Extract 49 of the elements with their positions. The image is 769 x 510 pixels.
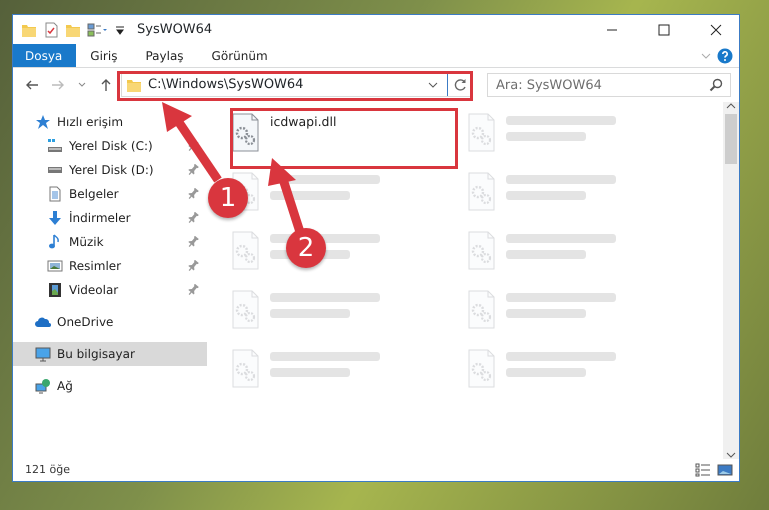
nav-item[interactable]: Videolar <box>13 278 207 302</box>
nav-item[interactable]: Belgeler <box>13 182 207 206</box>
details-view-icon[interactable] <box>695 463 711 477</box>
film-icon <box>47 282 63 298</box>
address-field[interactable]: C:\Windows\SysWOW64 <box>121 73 473 97</box>
nav-item[interactable]: OneDrive <box>13 310 207 334</box>
picture-icon <box>47 258 63 274</box>
help-icon[interactable] <box>717 48 733 64</box>
refresh-icon <box>453 78 467 92</box>
properties-icon[interactable] <box>43 22 59 38</box>
search-icon <box>709 78 723 92</box>
nav-item[interactable]: İndirmeler <box>13 206 207 230</box>
ribbon-tab[interactable]: Paylaş <box>131 44 198 67</box>
chevron-up-icon <box>726 102 736 110</box>
nav-item[interactable]: Resimler <box>13 254 207 278</box>
search-field[interactable]: Ara: SysWOW64 <box>487 73 731 97</box>
item-count: 121 öğe <box>25 462 70 478</box>
gear-document-icon <box>231 113 260 153</box>
ribbon-tab[interactable]: Giriş <box>76 44 132 67</box>
nav-item[interactable]: Bu bilgisayar <box>13 342 207 366</box>
file-name: icdwapi.dll <box>270 113 336 131</box>
chevron-down-icon <box>726 451 736 459</box>
forward-icon <box>51 78 65 92</box>
download-arrow-icon <box>47 210 63 226</box>
window-title: SysWOW64 <box>137 20 212 39</box>
view-icon[interactable] <box>87 22 109 38</box>
drive-icon <box>47 138 63 154</box>
folder-icon <box>126 77 142 93</box>
document-icon <box>47 186 63 202</box>
nav-item[interactable]: Müzik <box>13 230 207 254</box>
nav-item[interactable]: Ağ <box>13 374 207 398</box>
maximize-icon <box>658 24 670 36</box>
file-tile[interactable]: icdwapi.dll <box>227 106 463 165</box>
nav-item[interactable]: Hızlı erişim <box>13 110 207 134</box>
address-path: C:\Windows\SysWOW64 <box>148 76 304 94</box>
nav-item[interactable]: Yerel Disk (D:) <box>13 158 207 182</box>
large-icons-view-icon[interactable] <box>717 463 733 477</box>
star-icon <box>35 114 51 130</box>
scrollbar-thumb[interactable] <box>725 114 737 164</box>
scrollbar[interactable] <box>723 102 739 459</box>
close-icon <box>710 24 722 36</box>
drive-icon <box>47 166 63 174</box>
network-icon <box>35 378 51 394</box>
ribbon-tab[interactable]: Görünüm <box>198 44 282 67</box>
monitor-icon <box>35 346 51 362</box>
up-arrow-icon <box>99 78 113 92</box>
ribbon-tab[interactable]: Dosya <box>13 44 76 67</box>
back-icon <box>25 78 39 92</box>
chevron-down-icon[interactable] <box>428 81 438 89</box>
